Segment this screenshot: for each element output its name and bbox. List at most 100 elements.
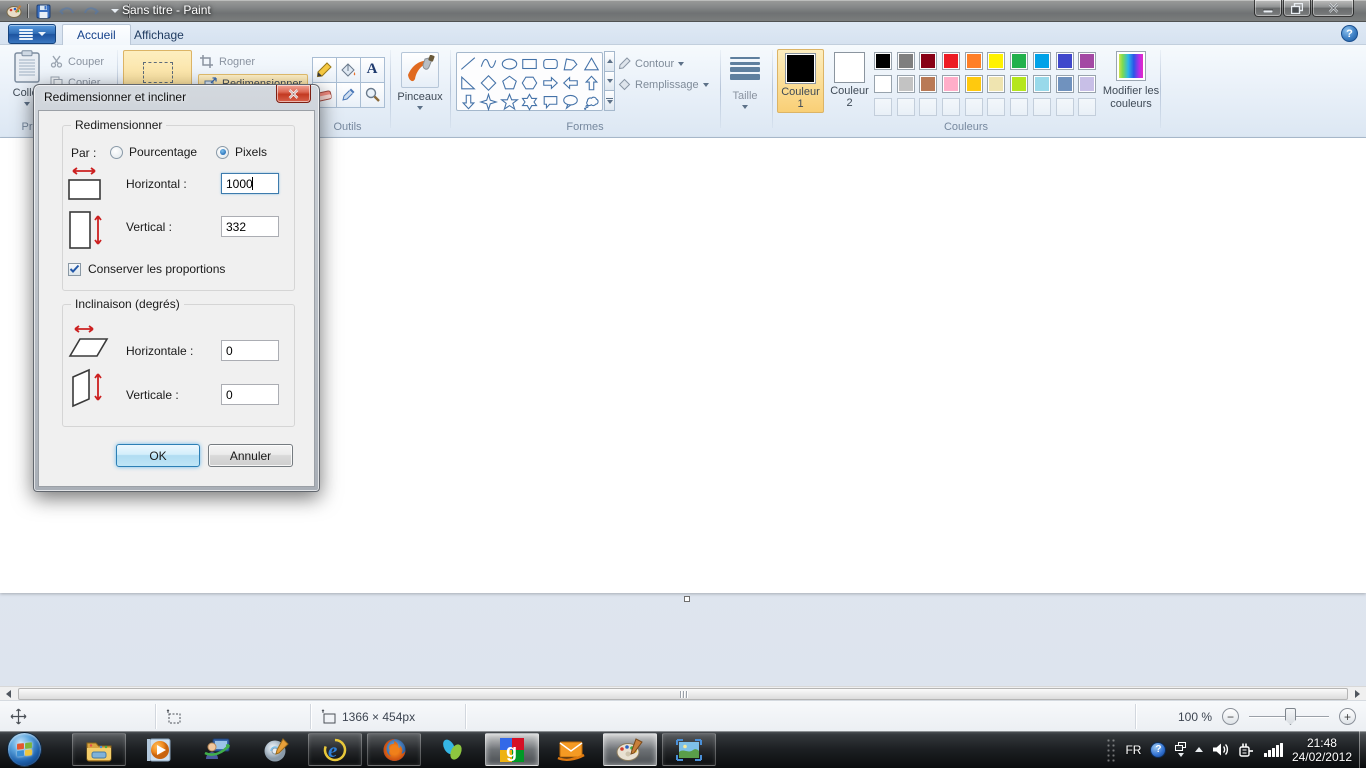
color-picker-tool-button[interactable] [336, 82, 361, 108]
palette-swatch-1-8[interactable] [1056, 52, 1074, 70]
palette-swatch-2-9[interactable] [1078, 75, 1096, 93]
size-button[interactable]: Taille [722, 50, 768, 129]
crop-button[interactable]: Rogner [200, 55, 255, 68]
palette-swatch-1-3[interactable] [942, 52, 960, 70]
palette-empty-slot-1[interactable] [897, 98, 915, 116]
redo-button[interactable] [81, 2, 101, 20]
network-signal-icon[interactable] [1264, 743, 1283, 757]
vertical-skew-field[interactable] [221, 384, 279, 405]
percent-radio-circle[interactable] [110, 146, 123, 159]
percent-radio[interactable]: Pourcentage [110, 145, 197, 159]
horizontal-scrollbar[interactable] [0, 686, 1366, 700]
palette-swatch-2-2[interactable] [919, 75, 937, 93]
color1-button[interactable]: Couleur 1 [777, 49, 824, 113]
palette-swatch-2-3[interactable] [942, 75, 960, 93]
canvas-resize-handle[interactable] [684, 596, 690, 602]
shape-curve-button[interactable] [479, 54, 500, 73]
zoom-out-button[interactable]: − [1222, 708, 1239, 725]
clock[interactable]: 21:48 24/02/2012 [1292, 736, 1360, 764]
palette-empty-slot-3[interactable] [942, 98, 960, 116]
scrollbar-thumb[interactable] [18, 688, 1348, 700]
shape-triangle-button[interactable] [581, 54, 602, 73]
shape-right-triangle-button[interactable] [458, 73, 479, 92]
restore-windows-tray-icon[interactable] [1175, 742, 1186, 757]
taskbar-messenger-button[interactable] [190, 733, 244, 766]
brushes-button[interactable]: Pinceaux [395, 50, 445, 129]
volume-icon[interactable] [1212, 742, 1229, 757]
palette-swatch-1-7[interactable] [1033, 52, 1051, 70]
palette-swatch-1-4[interactable] [965, 52, 983, 70]
palette-swatch-2-6[interactable] [1010, 75, 1028, 93]
taskbar-explorer-button[interactable] [72, 733, 126, 766]
show-hidden-icons-button[interactable] [1195, 747, 1203, 752]
palette-swatch-2-7[interactable] [1033, 75, 1051, 93]
show-desktop-button[interactable] [1359, 731, 1366, 768]
shape-callout-oval-button[interactable] [561, 92, 582, 111]
shape-star-5-button[interactable] [499, 92, 520, 111]
dialog-close-button[interactable] [276, 85, 311, 103]
save-button[interactable] [33, 2, 53, 20]
cut-button[interactable]: Couper [50, 55, 104, 68]
horizontal-skew-field[interactable] [221, 340, 279, 361]
shape-rounded-rectangle-button[interactable] [540, 54, 561, 73]
shape-star-6-button[interactable] [520, 92, 541, 111]
shape-callout-cloud-button[interactable] [581, 92, 602, 111]
restore-button[interactable] [1283, 0, 1311, 17]
palette-swatch-1-5[interactable] [987, 52, 1005, 70]
taskbar-msn-button[interactable] [426, 733, 480, 766]
zoom-in-button[interactable]: + [1339, 708, 1356, 725]
outline-button[interactable]: Contour [618, 57, 684, 70]
shape-arrow-left-button[interactable] [561, 73, 582, 92]
start-button[interactable] [7, 732, 42, 767]
shape-fill-button[interactable]: Remplissage [618, 78, 709, 91]
help-icon[interactable]: ? [1341, 25, 1358, 42]
shape-line-button[interactable] [458, 54, 479, 73]
help-tray-icon[interactable]: ? [1150, 742, 1166, 758]
zoom-slider-thumb[interactable] [1285, 708, 1296, 725]
text-tool-button[interactable]: A [360, 57, 385, 83]
vertical-resize-field[interactable] [221, 216, 279, 237]
scroll-left-button[interactable] [0, 687, 17, 701]
shape-arrow-right-button[interactable] [540, 73, 561, 92]
zoom-slider[interactable] [1249, 708, 1329, 725]
shape-arrow-up-button[interactable] [581, 73, 602, 92]
shape-pentagon-button[interactable] [499, 73, 520, 92]
tab-affichage[interactable]: Affichage [120, 24, 198, 45]
taskbar-firefox-button[interactable] [367, 733, 421, 766]
taskbar-media-player-button[interactable] [131, 733, 185, 766]
shape-hexagon-button[interactable] [520, 73, 541, 92]
palette-empty-slot-4[interactable] [965, 98, 983, 116]
shapes-more-button[interactable] [604, 90, 615, 111]
pencil-tool-button[interactable] [312, 57, 337, 83]
palette-empty-slot-5[interactable] [987, 98, 1005, 116]
cancel-button[interactable]: Annuler [208, 444, 293, 467]
checkbox-box[interactable] [68, 263, 81, 276]
language-indicator[interactable]: FR [1125, 743, 1141, 757]
color2-button[interactable]: Couleur 2 [826, 49, 873, 113]
scroll-right-button[interactable] [1349, 687, 1366, 701]
taskbar-orange-mail-button[interactable] [544, 733, 598, 766]
palette-swatch-2-4[interactable] [965, 75, 983, 93]
palette-empty-slot-7[interactable] [1033, 98, 1051, 116]
pixels-radio[interactable]: Pixels [216, 145, 267, 159]
palette-empty-slot-0[interactable] [874, 98, 892, 116]
minimize-button[interactable] [1254, 0, 1282, 17]
ok-button[interactable]: OK [116, 444, 200, 467]
close-button[interactable] [1312, 0, 1354, 17]
magnifier-tool-button[interactable] [360, 82, 385, 108]
taskbar-disc-burner-button[interactable] [249, 733, 303, 766]
shape-callout-rounded-button[interactable] [540, 92, 561, 111]
shape-rectangle-button[interactable] [520, 54, 541, 73]
palette-swatch-1-0[interactable] [874, 52, 892, 70]
shape-star-4-button[interactable] [479, 92, 500, 111]
palette-swatch-1-9[interactable] [1078, 52, 1096, 70]
edit-colors-button[interactable]: Modifier les couleurs [1098, 51, 1164, 111]
palette-empty-slot-6[interactable] [1010, 98, 1028, 116]
palette-empty-slot-2[interactable] [919, 98, 937, 116]
fill-tool-button[interactable] [336, 57, 361, 83]
shape-diamond-button[interactable] [479, 73, 500, 92]
power-plug-icon[interactable] [1238, 742, 1255, 758]
shape-arrow-down-button[interactable] [458, 92, 479, 111]
taskbar-google-button[interactable]: g [485, 733, 539, 766]
palette-swatch-1-6[interactable] [1010, 52, 1028, 70]
